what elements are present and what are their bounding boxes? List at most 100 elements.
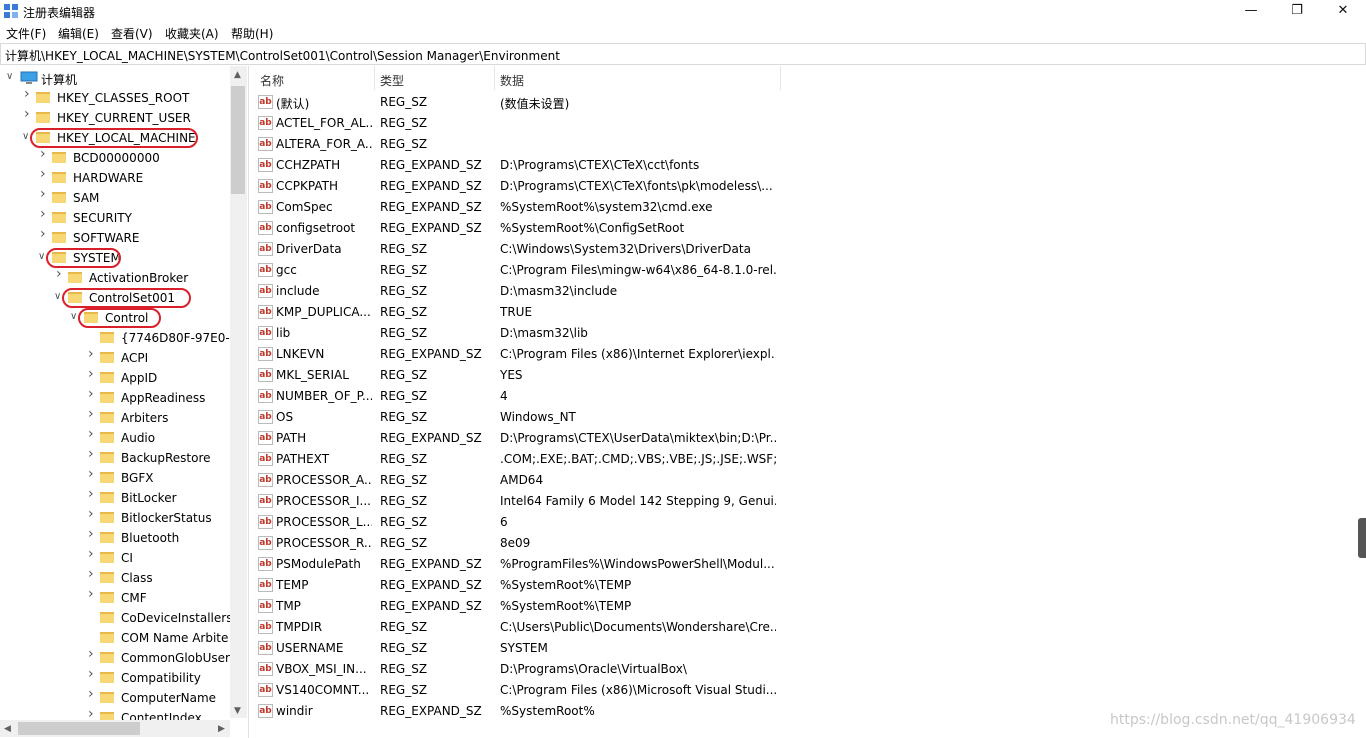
- chevron-right-icon[interactable]: ›: [88, 567, 98, 581]
- tree-item-label: SOFTWARE: [73, 231, 140, 245]
- tree-horizontal-scroll-thumb[interactable]: [18, 722, 140, 735]
- value-row[interactable]: ab PROCESSOR_A... REG_SZ AMD64: [252, 470, 1032, 491]
- value-name: LNKEVN: [276, 347, 325, 361]
- menu-help[interactable]: 帮助(H): [231, 25, 273, 42]
- value-row[interactable]: ab ComSpec REG_EXPAND_SZ %SystemRoot%\syste…: [252, 197, 1032, 218]
- minimize-button[interactable]: —: [1228, 0, 1274, 22]
- chevron-right-icon[interactable]: ›: [88, 547, 98, 561]
- tree-item-label: CommonGlobUser: [121, 651, 230, 665]
- chevron-right-icon[interactable]: ›: [24, 107, 34, 121]
- tree-item-label: Arbiters: [121, 411, 169, 425]
- chevron-right-icon[interactable]: ›: [24, 87, 34, 101]
- tree-item-label: ComputerName: [121, 691, 217, 705]
- chevron-right-icon[interactable]: ›: [88, 407, 98, 421]
- chevron-right-icon[interactable]: ›: [40, 207, 50, 221]
- chevron-right-icon[interactable]: ›: [40, 227, 50, 241]
- value-type: REG_SZ: [380, 284, 428, 298]
- string-value-icon: ab: [258, 578, 273, 592]
- scroll-left-arrow-icon[interactable]: ◀: [4, 724, 11, 734]
- value-row[interactable]: ab ALTERA_FOR_A... REG_SZ: [252, 134, 1032, 155]
- value-row[interactable]: ab TEMP REG_EXPAND_SZ %SystemRoot%\TEMP: [252, 575, 1032, 596]
- folder-icon: [100, 372, 114, 383]
- value-row[interactable]: ab VBOX_MSI_IN... REG_SZ D:\Programs\Oracle…: [252, 659, 1032, 680]
- chevron-right-icon[interactable]: ›: [88, 507, 98, 521]
- value-row[interactable]: ab PROCESSOR_R... REG_SZ 8e09: [252, 533, 1032, 554]
- tree-vertical-scroll-thumb[interactable]: [231, 86, 245, 194]
- value-row[interactable]: ab CCPKPATH REG_EXPAND_SZ D:\Programs\CTEX\…: [252, 176, 1032, 197]
- value-type: REG_EXPAND_SZ: [380, 221, 482, 235]
- menu-edit[interactable]: 编辑(E): [58, 25, 99, 42]
- value-row[interactable]: ab lib REG_SZ D:\masm32\lib: [252, 323, 1032, 344]
- menu-file[interactable]: 文件(F): [6, 25, 46, 42]
- value-row[interactable]: ab include REG_SZ D:\masm32\include: [252, 281, 1032, 302]
- chevron-right-icon[interactable]: ›: [40, 147, 50, 161]
- maximize-button[interactable]: ❐: [1274, 0, 1320, 22]
- chevron-right-icon[interactable]: ›: [88, 387, 98, 401]
- string-value-icon: ab: [258, 368, 273, 382]
- chevron-right-icon[interactable]: ›: [88, 447, 98, 461]
- value-data: Windows_NT: [500, 410, 576, 424]
- scroll-up-arrow-icon[interactable]: ▲: [234, 70, 241, 80]
- value-type: REG_SZ: [380, 662, 428, 676]
- address-path[interactable]: 计算机\HKEY_LOCAL_MACHINE\SYSTEM\ControlSet…: [5, 47, 560, 64]
- chevron-right-icon[interactable]: ›: [88, 687, 98, 701]
- column-header-data[interactable]: 数据: [500, 72, 524, 89]
- value-row[interactable]: ab PROCESSOR_L... REG_SZ 6: [252, 512, 1032, 533]
- chevron-right-icon[interactable]: ›: [88, 467, 98, 481]
- scroll-right-arrow-icon[interactable]: ▶: [218, 724, 225, 734]
- tree-item-label: ActivationBroker: [89, 271, 189, 285]
- value-row[interactable]: ab PATH REG_EXPAND_SZ D:\Programs\CTEX\User…: [252, 428, 1032, 449]
- value-data: Intel64 Family 6 Model 142 Stepping 9, G…: [500, 494, 776, 508]
- chevron-right-icon[interactable]: ›: [88, 647, 98, 661]
- chevron-right-icon[interactable]: ›: [88, 667, 98, 681]
- string-value-icon: ab: [258, 137, 273, 151]
- menu-view[interactable]: 查看(V): [111, 25, 153, 42]
- address-bar[interactable]: 计算机\HKEY_LOCAL_MACHINE\SYSTEM\ControlSet…: [0, 43, 1366, 65]
- chevron-right-icon[interactable]: ›: [88, 707, 98, 721]
- chevron-right-icon[interactable]: ›: [88, 527, 98, 541]
- chevron-right-icon[interactable]: ›: [40, 187, 50, 201]
- scroll-down-arrow-icon[interactable]: ▼: [234, 706, 241, 716]
- chevron-right-icon[interactable]: ›: [88, 487, 98, 501]
- string-value-icon: ab: [258, 536, 273, 550]
- value-row[interactable]: ab ACTEL_FOR_AL... REG_SZ: [252, 113, 1032, 134]
- value-name: PATH: [276, 431, 307, 445]
- column-header-name[interactable]: 名称: [260, 72, 284, 89]
- value-row[interactable]: ab PATHEXT REG_SZ .COM;.EXE;.BAT;.CMD;.VBS;…: [252, 449, 1032, 470]
- value-row[interactable]: ab windir REG_EXPAND_SZ %SystemRoot%: [252, 701, 1032, 722]
- value-row[interactable]: ab NUMBER_OF_P... REG_SZ 4: [252, 386, 1032, 407]
- value-row[interactable]: ab LNKEVN REG_EXPAND_SZ C:\Program Files (x…: [252, 344, 1032, 365]
- chevron-right-icon[interactable]: ›: [88, 587, 98, 601]
- chevron-down-icon[interactable]: ∨: [6, 72, 16, 82]
- value-row[interactable]: ab USERNAME REG_SZ SYSTEM: [252, 638, 1032, 659]
- value-row[interactable]: ab KMP_DUPLICA... REG_SZ TRUE: [252, 302, 1032, 323]
- folder-icon: [100, 612, 114, 623]
- value-name: TMP: [276, 599, 301, 613]
- string-value-icon: ab: [258, 95, 273, 109]
- value-row[interactable]: ab gcc REG_SZ C:\Program Files\mingw-w64\x8…: [252, 260, 1032, 281]
- window-title: 注册表编辑器: [23, 6, 96, 20]
- value-row[interactable]: ab OS REG_SZ Windows_NT: [252, 407, 1032, 428]
- value-row[interactable]: ab PROCESSOR_I... REG_SZ Intel64 Family 6 M…: [252, 491, 1032, 512]
- value-row[interactable]: ab TMP REG_EXPAND_SZ %SystemRoot%\TEMP: [252, 596, 1032, 617]
- close-button[interactable]: ✕: [1320, 0, 1366, 22]
- value-row[interactable]: ab (默认) REG_SZ (数值未设置): [252, 92, 1032, 113]
- value-row[interactable]: ab PSModulePath REG_EXPAND_SZ %ProgramFiles…: [252, 554, 1032, 575]
- value-row[interactable]: ab DriverData REG_SZ C:\Windows\System32\Dr…: [252, 239, 1032, 260]
- value-row[interactable]: ab configsetroot REG_EXPAND_SZ %SystemRoot%…: [252, 218, 1032, 239]
- value-row[interactable]: ab MKL_SERIAL REG_SZ YES: [252, 365, 1032, 386]
- menu-favorites[interactable]: 收藏夹(A): [165, 25, 219, 42]
- chevron-right-icon[interactable]: ›: [88, 427, 98, 441]
- chevron-right-icon[interactable]: ›: [88, 367, 98, 381]
- value-type: REG_EXPAND_SZ: [380, 557, 482, 571]
- chevron-right-icon[interactable]: ›: [88, 347, 98, 361]
- value-row[interactable]: ab CCHZPATH REG_EXPAND_SZ D:\Programs\CTEX\…: [252, 155, 1032, 176]
- string-value-icon: ab: [258, 305, 273, 319]
- chevron-right-icon[interactable]: ›: [56, 267, 66, 281]
- column-header-type[interactable]: 类型: [380, 72, 404, 89]
- chevron-right-icon[interactable]: ›: [40, 167, 50, 181]
- string-value-icon: ab: [258, 221, 273, 235]
- value-row[interactable]: ab TMPDIR REG_SZ C:\Users\Public\Documents\…: [252, 617, 1032, 638]
- value-row[interactable]: ab VS140COMNT... REG_SZ C:\Program Files (x…: [252, 680, 1032, 701]
- computer-icon: [20, 71, 38, 84]
